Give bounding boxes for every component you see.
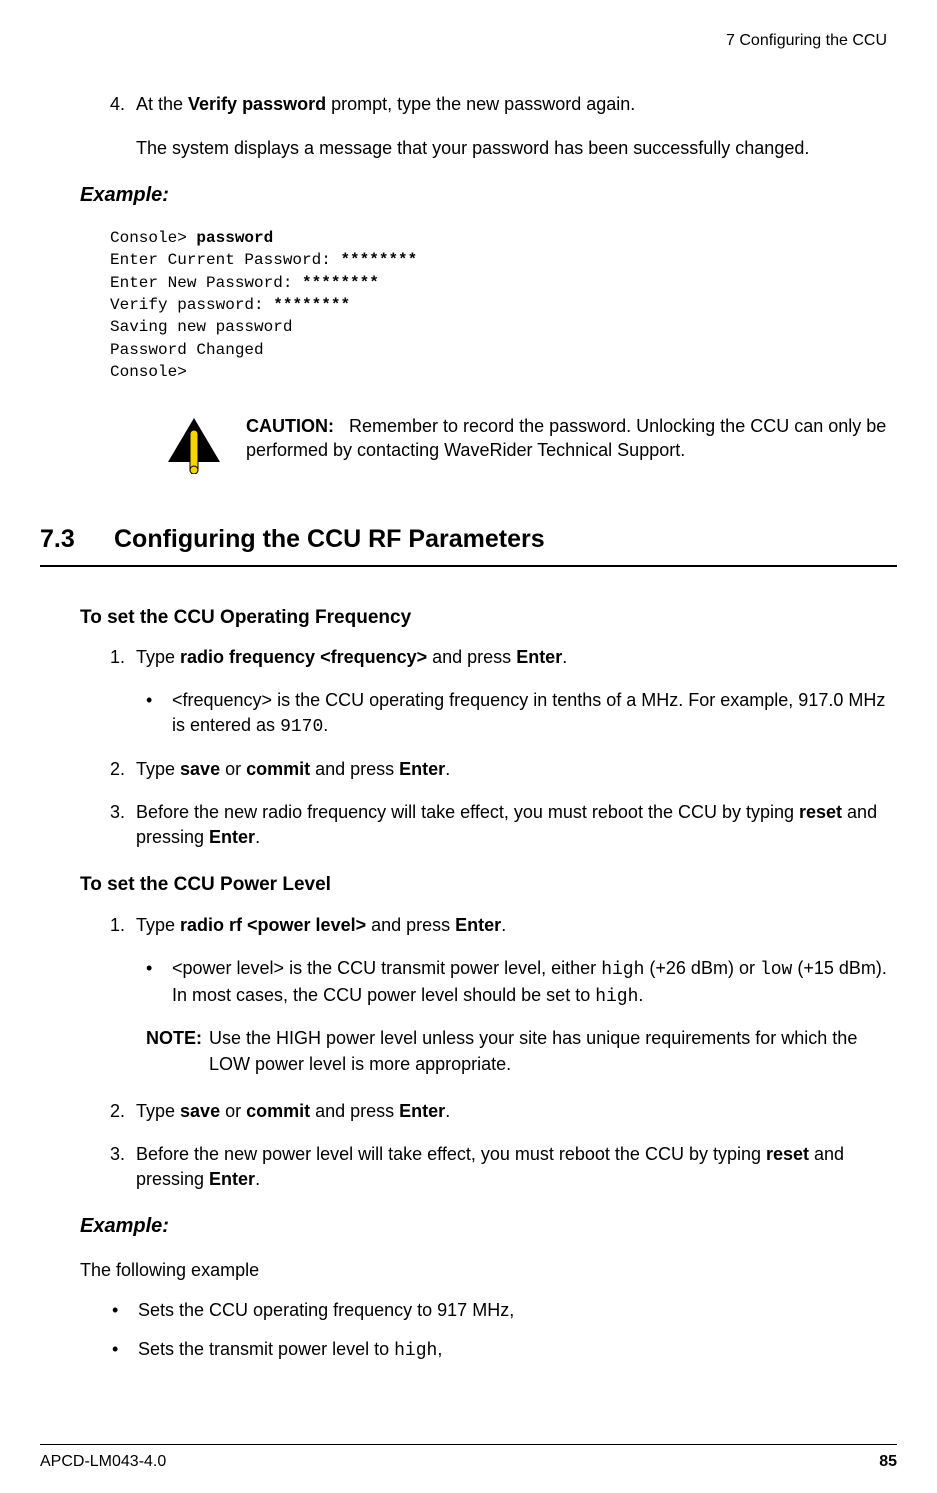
note-block: NOTE: Use the HIGH power level unless yo…: [110, 1026, 887, 1076]
footer-page-number: 85: [879, 1451, 897, 1473]
step-4: 4. At the Verify password prompt, type t…: [110, 92, 887, 117]
freq-step-2-text: Type save or commit and press Enter.: [136, 759, 450, 779]
example-2-intro: The following example: [80, 1258, 887, 1283]
power-step-1-bullet: • <power level> is the CCU transmit powe…: [110, 956, 887, 1010]
caution-text: CAUTION: Remember to record the password…: [246, 414, 887, 463]
list-number: 2.: [110, 757, 125, 782]
power-step-3-text: Before the new power level will take eff…: [136, 1144, 844, 1189]
section-7-3-heading: 7.3Configuring the CCU RF Parameters: [40, 522, 887, 557]
section-number: 7.3: [40, 522, 114, 557]
step-4-result: The system displays a message that your …: [110, 136, 887, 161]
list-number: 3.: [110, 800, 125, 825]
power-step-1-text: Type radio rf <power level> and press En…: [136, 915, 506, 935]
console-output-1: Console> password Enter Current Password…: [110, 227, 887, 384]
list-number: 3.: [110, 1142, 125, 1167]
note-text: Use the HIGH power level unless your sit…: [209, 1026, 884, 1076]
section-title: Configuring the CCU RF Parameters: [114, 525, 545, 553]
list-number: 1.: [110, 913, 125, 938]
freq-step-1-bullet: • <frequency> is the CCU operating frequ…: [110, 688, 887, 740]
power-step-1: 1. Type radio rf <power level> and press…: [110, 913, 887, 938]
bullet-icon: •: [112, 1337, 118, 1362]
page-header-chapter: 7 Configuring the CCU: [40, 30, 897, 52]
page-footer: APCD-LM043-4.0 85: [40, 1444, 897, 1473]
freq-step-1: 1. Type radio frequency <frequency> and …: [110, 645, 887, 670]
freq-bullet-text: <frequency> is the CCU operating frequen…: [172, 690, 885, 735]
freq-step-1-text: Type radio frequency <frequency> and pre…: [136, 647, 567, 667]
freq-step-3-text: Before the new radio frequency will take…: [136, 802, 877, 847]
note-label: NOTE:: [146, 1026, 204, 1051]
list-number: 2.: [110, 1099, 125, 1124]
power-step-2: 2. Type save or commit and press Enter.: [110, 1099, 887, 1124]
example-2-bullet-2: • Sets the transmit power level to high,: [100, 1337, 887, 1364]
power-step-2-text: Type save or commit and press Enter.: [136, 1101, 450, 1121]
caution-block: CAUTION: Remember to record the password…: [110, 414, 887, 474]
freq-step-3: 3. Before the new radio frequency will t…: [110, 800, 887, 850]
power-step-3: 3. Before the new power level will take …: [110, 1142, 887, 1192]
step-4-text: At the Verify password prompt, type the …: [136, 94, 635, 114]
example-heading-2: Example:: [80, 1212, 887, 1240]
step-4-number: 4.: [110, 92, 125, 117]
example-heading-1: Example:: [80, 181, 887, 209]
subheading-operating-frequency: To set the CCU Operating Frequency: [80, 605, 887, 632]
example-2-bullet-1: • Sets the CCU operating frequency to 91…: [100, 1298, 887, 1323]
freq-step-2: 2. Type save or commit and press Enter.: [110, 757, 887, 782]
footer-doc-id: APCD-LM043-4.0: [40, 1451, 166, 1473]
example-2-bullet-1-text: Sets the CCU operating frequency to 917 …: [138, 1300, 514, 1320]
subheading-power-level: To set the CCU Power Level: [80, 872, 887, 899]
bullet-icon: •: [146, 688, 152, 713]
list-number: 1.: [110, 645, 125, 670]
bullet-icon: •: [146, 956, 152, 981]
power-bullet-text: <power level> is the CCU transmit power …: [172, 958, 887, 1005]
example-2-bullet-2-text: Sets the transmit power level to high,: [138, 1339, 442, 1359]
bullet-icon: •: [112, 1298, 118, 1323]
caution-triangle-icon: [164, 414, 224, 474]
section-rule: [40, 565, 897, 567]
